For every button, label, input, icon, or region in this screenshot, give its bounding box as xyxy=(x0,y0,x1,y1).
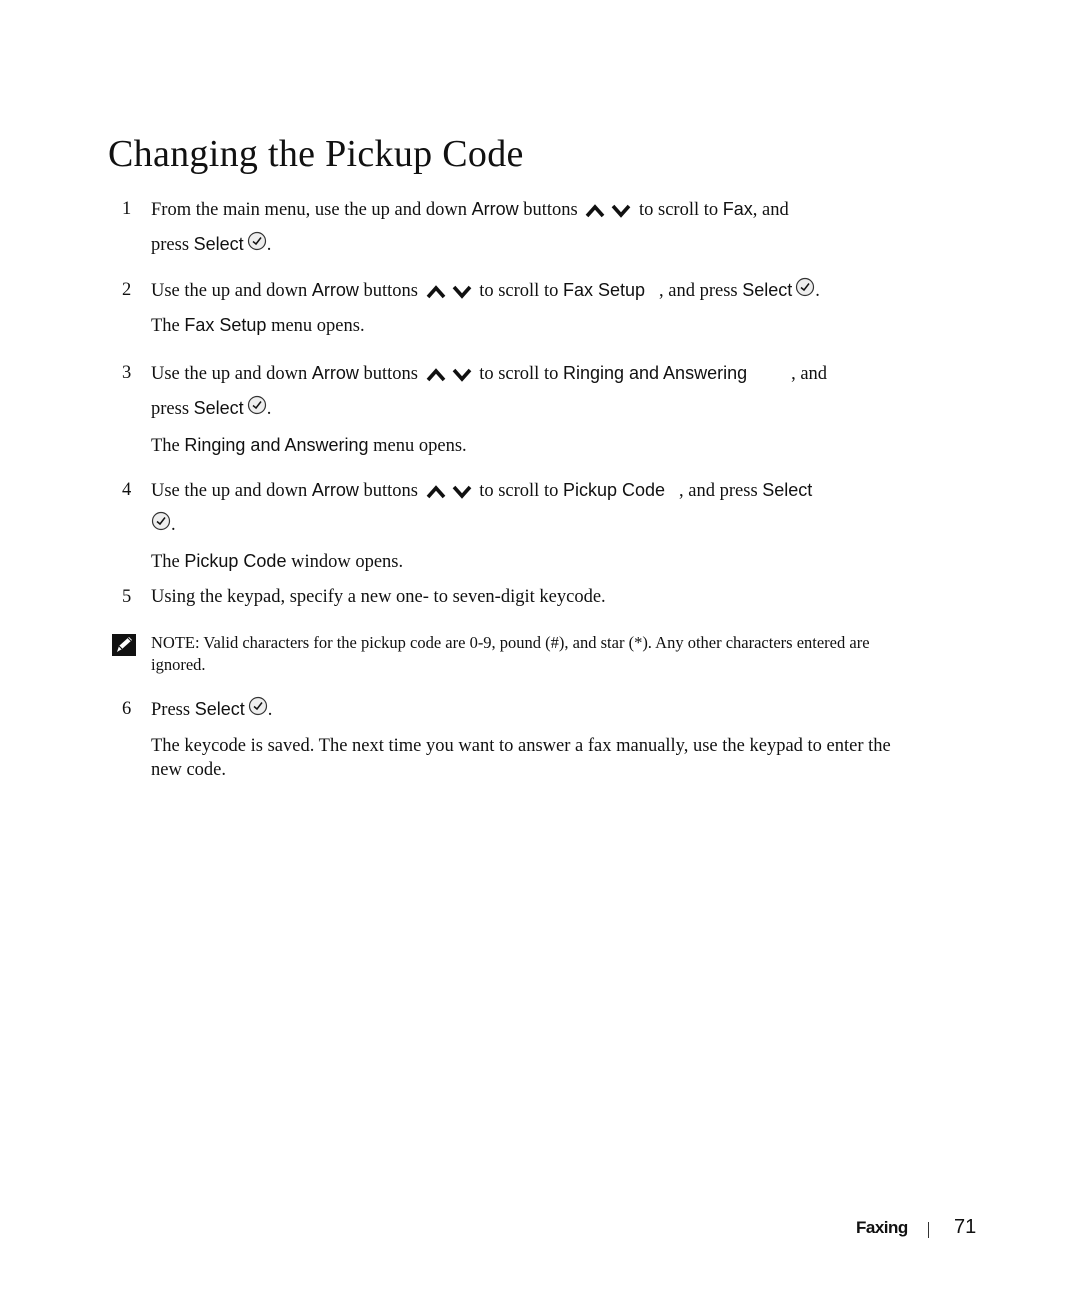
text: . xyxy=(267,700,273,720)
text: , and press xyxy=(679,481,763,501)
ui-term-arrow: Arrow xyxy=(311,363,359,383)
note-label: NOTE: xyxy=(151,633,200,652)
page-title: Changing the Pickup Code xyxy=(108,133,524,175)
select-check-icon xyxy=(247,231,267,251)
up-arrow-icon xyxy=(425,367,447,383)
text: , and xyxy=(752,200,789,220)
ui-term-pickup-code: Pickup Code xyxy=(562,480,666,500)
text: to scroll to xyxy=(474,281,563,301)
text: to scroll to xyxy=(474,481,563,501)
down-arrow-icon xyxy=(451,367,473,383)
select-check-icon xyxy=(248,696,268,716)
select-check-icon xyxy=(247,395,267,415)
text: buttons xyxy=(358,281,423,301)
step-2-result: The Fax Setup menu opens. xyxy=(151,308,911,343)
step-4-result: The Pickup Code window opens. xyxy=(151,544,911,579)
page-number: 71 xyxy=(954,1216,977,1238)
up-arrow-icon xyxy=(425,284,447,300)
step-number: 6 xyxy=(122,699,132,719)
ui-term-arrow: Arrow xyxy=(311,480,359,500)
text: press xyxy=(151,235,194,255)
footer-divider xyxy=(928,1222,929,1238)
ui-term-arrow: Arrow xyxy=(471,199,519,219)
page-footer: Faxing 71 xyxy=(856,1216,976,1238)
ui-term-pickup-code: Pickup Code xyxy=(184,551,287,571)
text: Use the up and down xyxy=(151,481,312,501)
select-check-icon xyxy=(795,277,815,297)
text: menu opens. xyxy=(368,436,467,456)
text: menu opens. xyxy=(266,316,365,336)
down-arrow-icon xyxy=(451,284,473,300)
step-3-result: The Ringing and Answering menu opens. xyxy=(151,428,911,463)
text: The xyxy=(151,436,185,456)
text: , and xyxy=(791,364,828,384)
text: buttons xyxy=(358,364,423,384)
text: press xyxy=(151,399,194,419)
step-3-line-1: Use the up and down Arrow buttons to scr… xyxy=(151,356,911,391)
ui-term-select: Select xyxy=(194,699,245,719)
select-check-icon xyxy=(151,511,171,531)
text: From the main menu, use the up and down xyxy=(151,200,472,220)
step-3-line-2: press Select. xyxy=(151,391,911,426)
text: Press xyxy=(151,700,195,720)
ui-term-ringing-and-answering: Ringing and Answering xyxy=(562,363,748,383)
text: to scroll to xyxy=(474,364,563,384)
step-number: 4 xyxy=(122,480,132,500)
step-number: 2 xyxy=(122,280,132,300)
ui-term-ringing-and-answering: Ringing and Answering xyxy=(184,435,369,455)
ui-term-select: Select xyxy=(193,234,244,254)
text: . xyxy=(171,515,176,535)
ui-term-arrow: Arrow xyxy=(311,280,359,300)
step-4-line-1: Use the up and down Arrow buttons to scr… xyxy=(151,473,911,508)
step-2-line-1: Use the up and down Arrow buttons to scr… xyxy=(151,273,911,308)
step-6-line-1: Press Select. xyxy=(151,692,911,727)
ui-term-fax: Fax xyxy=(722,199,753,219)
ui-term-select: Select xyxy=(193,398,244,418)
pencil-note-icon xyxy=(112,634,136,656)
text: Use the up and down xyxy=(151,364,312,384)
text: , and press xyxy=(659,281,743,301)
text: . xyxy=(815,281,820,301)
ui-term-fax-setup: Fax Setup xyxy=(184,315,267,335)
ui-term-select: Select xyxy=(742,280,793,300)
text: The xyxy=(151,552,185,572)
step-6-result: The keycode is saved. The next time you … xyxy=(151,736,891,780)
step-number: 1 xyxy=(122,199,132,219)
text: . xyxy=(266,399,272,419)
text: to scroll to xyxy=(634,200,723,220)
note-text: NOTE: Valid characters for the pickup co… xyxy=(151,632,901,676)
text: buttons xyxy=(358,481,423,501)
down-arrow-icon xyxy=(451,484,473,500)
text: Use the up and down xyxy=(151,281,312,301)
up-arrow-icon xyxy=(425,484,447,500)
ui-term-fax-setup: Fax Setup xyxy=(562,280,646,300)
down-arrow-icon xyxy=(610,203,632,219)
step-1-line-2: press Select. xyxy=(151,227,911,262)
step-1-line-1: From the main menu, use the up and down … xyxy=(151,192,911,227)
step-number: 3 xyxy=(122,363,132,383)
up-arrow-icon xyxy=(584,203,606,219)
step-number: 5 xyxy=(122,587,132,607)
note-body: Valid characters for the pickup code are… xyxy=(151,633,870,674)
step-5-text: Using the keypad, specify a new one- to … xyxy=(151,587,606,607)
text: . xyxy=(266,235,272,255)
step-4-line-2: . xyxy=(151,508,911,542)
text: buttons xyxy=(518,200,583,220)
footer-section-name: Faxing xyxy=(856,1218,908,1237)
text: window opens. xyxy=(286,552,404,572)
text: The xyxy=(151,316,185,336)
ui-term-select: Select xyxy=(762,480,813,500)
